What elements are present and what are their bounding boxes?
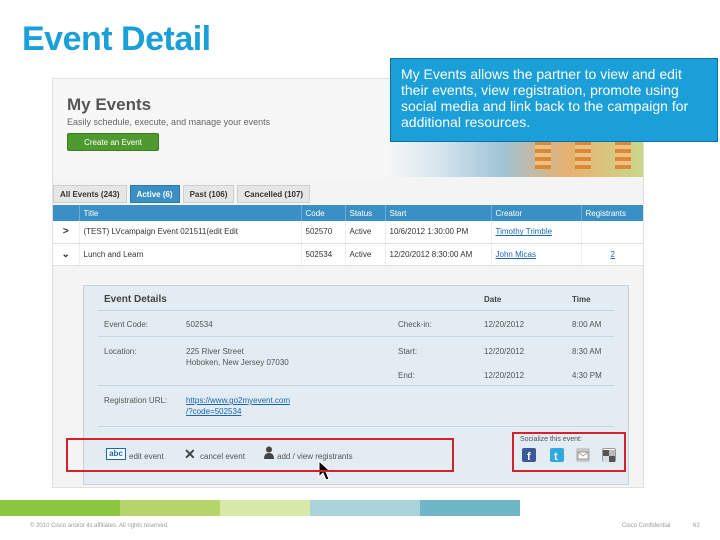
- event-code: 502534: [301, 243, 346, 266]
- registration-url-link[interactable]: https://www.go2myevent.com: [186, 396, 290, 405]
- column-header-status[interactable]: Status: [345, 205, 386, 221]
- page-number: 62: [693, 523, 700, 529]
- event-status: Active: [345, 221, 386, 244]
- event-status: Active: [345, 243, 386, 266]
- page-title: My Events: [67, 95, 152, 114]
- location-line1: 225 River Street: [186, 347, 244, 356]
- event-title[interactable]: Lunch and Learn: [79, 243, 302, 266]
- footer-color-bar: [0, 500, 720, 516]
- event-creator-link[interactable]: John Micas: [491, 243, 582, 266]
- checkin-label: Check-in:: [398, 320, 432, 329]
- column-header-expander: [53, 205, 80, 221]
- time-column-header: Time: [572, 295, 591, 304]
- expand-row-icon[interactable]: >: [53, 221, 80, 244]
- start-time: 8:30 AM: [572, 347, 602, 356]
- event-start: 12/20/2012 8:30:00 AM: [385, 243, 492, 266]
- tab-all-events[interactable]: All Events (243): [53, 185, 127, 203]
- column-header-creator[interactable]: Creator: [491, 205, 582, 221]
- create-event-button[interactable]: Create an Event: [67, 133, 159, 151]
- location-line2: Hoboken, New Jersey 07030: [186, 358, 289, 367]
- checkin-time: 8:00 AM: [572, 320, 602, 329]
- event-registrants-link[interactable]: 2: [581, 243, 643, 266]
- column-header-title[interactable]: Title: [79, 205, 302, 221]
- event-creator-link[interactable]: Timothy Trimble: [491, 221, 582, 244]
- table-row[interactable]: ⌄ Lunch and Learn 502534 Active 12/20/20…: [53, 243, 643, 266]
- slide-title: Event Detail: [22, 20, 211, 58]
- event-code-value: 502534: [186, 320, 213, 329]
- end-date: 12/20/2012: [484, 371, 525, 380]
- checkin-date: 12/20/2012: [484, 320, 525, 329]
- column-header-start[interactable]: Start: [385, 205, 492, 221]
- end-time: 4:30 PM: [572, 371, 602, 380]
- start-date: 12/20/2012: [484, 347, 525, 356]
- tab-cancelled[interactable]: Cancelled (107): [237, 185, 311, 203]
- copyright-text: © 2010 Cisco and/or its affiliates. All …: [30, 523, 169, 529]
- event-details-heading: Event Details: [104, 294, 167, 305]
- end-label: End:: [398, 371, 415, 380]
- event-tabs: All Events (243) Active (6) Past (106) C…: [53, 185, 313, 203]
- event-title[interactable]: (TEST) LVcampaign Event 021511(edit Edit: [79, 221, 302, 244]
- registration-url-link-line2[interactable]: /?code=502534: [186, 407, 241, 416]
- column-header-registrants[interactable]: Registrants: [581, 205, 643, 221]
- actions-highlight-box: [66, 438, 454, 472]
- table-row[interactable]: > (TEST) LVcampaign Event 021511(edit Ed…: [53, 221, 643, 244]
- confidential-text: Cisco Confidential: [622, 523, 671, 529]
- social-highlight-box: [512, 432, 626, 472]
- event-code: 502570: [301, 221, 346, 244]
- tab-past[interactable]: Past (106): [182, 185, 235, 203]
- start-label: Start:: [398, 347, 418, 356]
- callout-box: My Events allows the partner to view and…: [390, 58, 718, 142]
- event-registrants-link[interactable]: [581, 221, 643, 244]
- registration-url-label: Registration URL:: [104, 396, 168, 405]
- location-label: Location:: [104, 347, 137, 356]
- page-subtitle: Easily schedule, execute, and manage you…: [67, 117, 271, 127]
- collapse-row-icon[interactable]: ⌄: [53, 243, 80, 266]
- tab-active[interactable]: Active (6): [129, 185, 180, 203]
- column-header-code[interactable]: Code: [301, 205, 346, 221]
- event-start: 10/6/2012 1:30:00 PM: [385, 221, 492, 244]
- date-column-header: Date: [484, 295, 502, 304]
- events-table: Title Code Status Start Creator Registra…: [53, 205, 643, 266]
- event-code-label: Event Code:: [104, 320, 149, 329]
